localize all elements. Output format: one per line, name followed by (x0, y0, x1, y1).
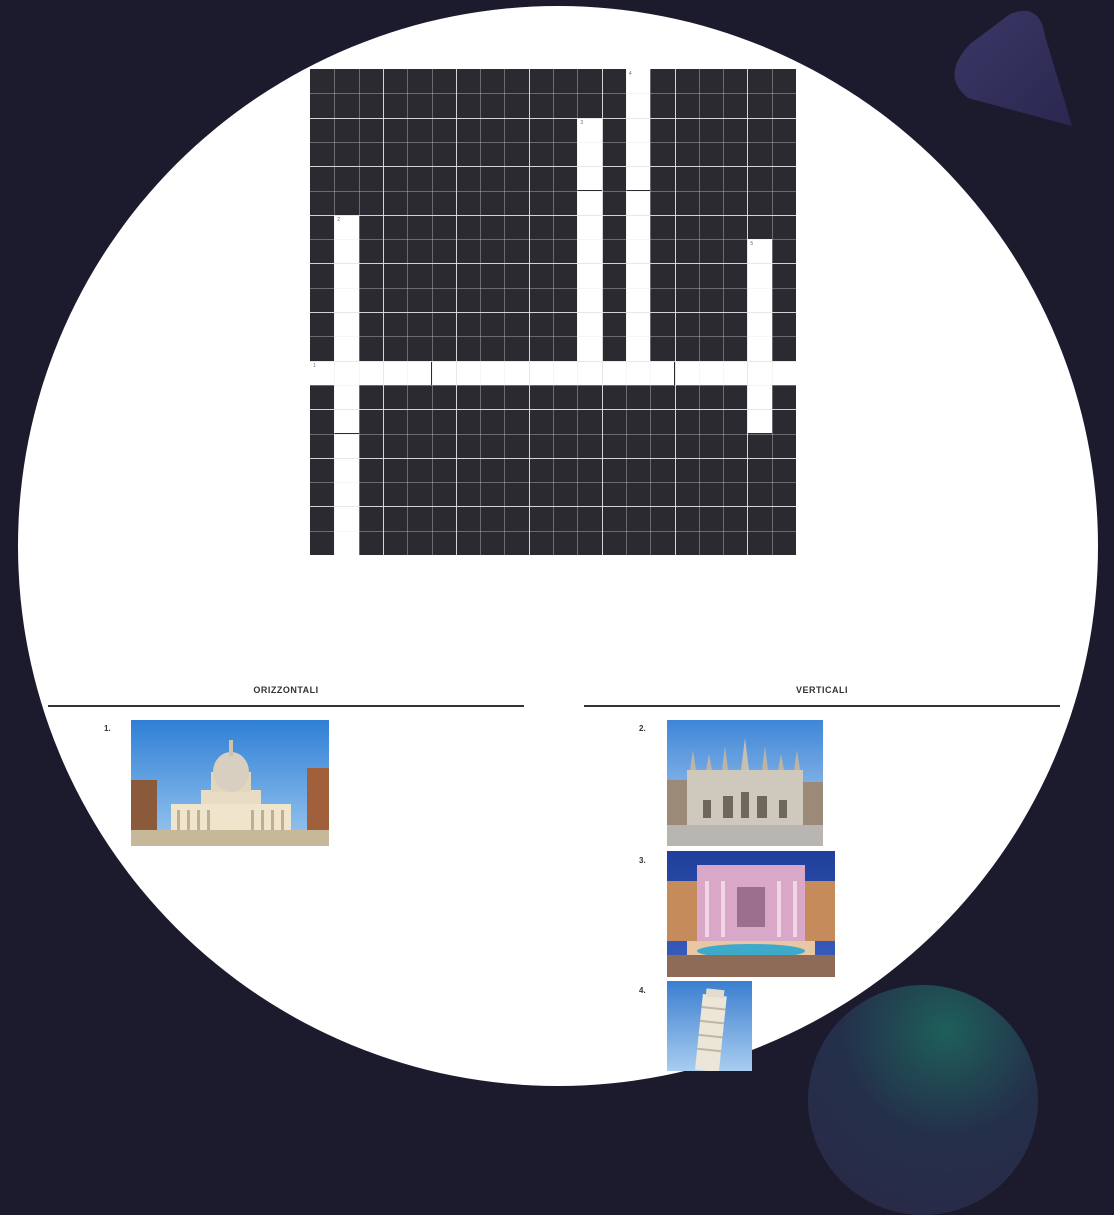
crossword-cell-number: 5 (750, 241, 754, 248)
vertical-clues-title: VERTICALI (795, 685, 848, 695)
grid-line (504, 69, 506, 555)
clue-number-1: 1. (104, 724, 111, 733)
crossword-cell[interactable] (480, 360, 505, 385)
crossword-cell[interactable] (747, 263, 772, 288)
grid-line (650, 69, 652, 555)
crossword-cell[interactable] (747, 312, 772, 337)
grid-line (431, 69, 433, 555)
crossword-cell[interactable] (334, 239, 359, 264)
crossword-cell[interactable] (577, 141, 602, 167)
crossword-cell-number: 2 (337, 216, 341, 223)
crossword-cell[interactable] (625, 287, 651, 312)
crossword-cell[interactable] (577, 312, 602, 337)
grid-line (577, 69, 579, 555)
vertical-clues-divider (584, 705, 1060, 707)
crossword-cell[interactable] (577, 287, 602, 312)
clue-image-leaning-tower-of-pisa (667, 981, 752, 1071)
crossword-cell[interactable] (577, 166, 602, 191)
crossword-cell[interactable] (382, 360, 408, 385)
crossword-cell[interactable] (625, 214, 651, 240)
crossword-cell[interactable] (334, 287, 359, 312)
crossword-cell[interactable] (747, 409, 772, 434)
crossword-cell[interactable] (625, 312, 651, 337)
crossword-cell-number: 1 (313, 362, 316, 369)
crossword-cell[interactable] (334, 433, 359, 458)
clue-image-st-peters-basilica (131, 720, 329, 846)
clue-number-3: 3. (639, 856, 646, 865)
crossword-cell[interactable] (334, 384, 359, 410)
crossword-cell[interactable] (334, 336, 359, 361)
decorative-orb-shape (808, 985, 1038, 1215)
crossword-cell[interactable] (334, 530, 359, 555)
crossword-cell[interactable] (625, 166, 651, 191)
grid-line (358, 69, 360, 555)
crossword-cell[interactable] (528, 360, 553, 385)
horizontal-clues-divider (48, 705, 524, 707)
crossword-cell[interactable] (747, 384, 772, 410)
grid-line (407, 69, 409, 555)
crossword-cell[interactable] (747, 336, 772, 361)
crossword-cell[interactable] (358, 360, 383, 385)
grid-line (601, 69, 603, 555)
crossword-cell[interactable] (334, 312, 359, 337)
crossword-cell[interactable] (625, 190, 651, 215)
decorative-cone-shape (954, 10, 1072, 126)
crossword-cell[interactable] (625, 93, 651, 118)
crossword-cell[interactable] (455, 360, 481, 385)
crossword-cell[interactable] (577, 336, 602, 361)
crossword-cell[interactable] (650, 360, 675, 385)
crossword-cell[interactable] (334, 506, 359, 531)
crossword-cell[interactable] (334, 360, 359, 385)
grid-line (747, 69, 749, 555)
crossword-cell[interactable] (674, 360, 699, 385)
crossword-grid[interactable]: 1 2 3 4 5 (310, 69, 796, 555)
crossword-cell[interactable] (747, 360, 772, 385)
crossword-cell[interactable] (771, 360, 796, 385)
crossword-cell[interactable] (723, 360, 748, 385)
crossword-cell[interactable] (625, 263, 651, 288)
crossword-cell[interactable] (577, 190, 602, 215)
crossword-cell[interactable] (625, 336, 651, 361)
crossword-cell[interactable] (747, 287, 772, 312)
crossword-cell-number: 3 (580, 119, 584, 126)
grid-line (625, 69, 627, 555)
grid-line (674, 69, 676, 555)
crossword-cell[interactable] (698, 360, 724, 385)
crossword-cell[interactable] (601, 360, 626, 385)
horizontal-clues-title: ORIZZONTALI (253, 685, 319, 695)
grid-line (382, 69, 384, 555)
crossword-cell[interactable] (334, 263, 359, 288)
crossword-cell[interactable] (334, 482, 359, 507)
grid-line (528, 69, 530, 555)
crossword-cell[interactable] (625, 239, 651, 264)
crossword-cell-number: 4 (628, 71, 632, 77)
grid-line (553, 69, 554, 555)
grid-line (455, 69, 457, 555)
grid-line (480, 69, 482, 555)
grid-line (698, 69, 700, 555)
crossword-cell[interactable] (553, 360, 578, 385)
crossword-cell[interactable] (577, 214, 602, 240)
grid-line (334, 69, 336, 555)
crossword-cell[interactable] (625, 141, 651, 167)
crossword-cell[interactable] (407, 360, 432, 385)
crossword-cell[interactable] (334, 409, 359, 434)
clue-image-trevi-fountain (667, 851, 835, 977)
crossword-cell[interactable] (577, 360, 602, 385)
crossword-cell[interactable] (625, 360, 651, 385)
clue-number-4: 4. (639, 986, 646, 995)
crossword-cell[interactable] (504, 360, 529, 385)
clue-number-2: 2. (639, 724, 646, 733)
crossword-cell[interactable] (577, 239, 602, 264)
crossword-cell[interactable] (431, 360, 456, 385)
crossword-cell[interactable] (577, 263, 602, 288)
crossword-cell[interactable] (625, 117, 651, 142)
grid-line (771, 69, 773, 555)
grid-line (723, 69, 725, 555)
crossword-cell[interactable] (334, 457, 359, 483)
clue-image-milan-cathedral (667, 720, 823, 846)
